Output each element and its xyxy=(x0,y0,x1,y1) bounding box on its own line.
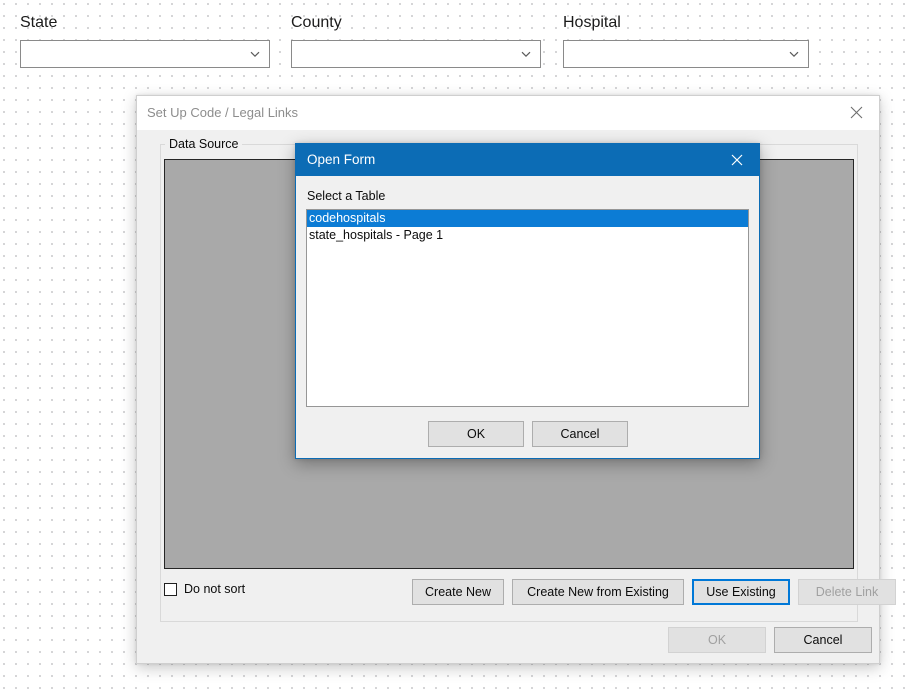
chevron-down-icon xyxy=(249,48,261,60)
do-not-sort-label: Do not sort xyxy=(184,582,246,596)
do-not-sort-checkbox[interactable]: Do not sort xyxy=(164,582,245,596)
data-source-legend: Data Source xyxy=(165,137,243,151)
window-titlebar[interactable]: Set Up Code / Legal Links xyxy=(137,96,879,130)
window-cancel-button[interactable]: Cancel xyxy=(774,627,872,653)
hospital-combobox[interactable] xyxy=(563,40,809,68)
field-group-hospital: Hospital xyxy=(563,13,809,68)
field-label-county: County xyxy=(291,14,342,31)
select-a-table-label: Select a Table xyxy=(307,189,386,203)
close-icon[interactable] xyxy=(715,144,759,176)
list-item[interactable]: codehospitals xyxy=(307,210,748,227)
create-new-from-existing-button[interactable]: Create New from Existing xyxy=(512,579,684,605)
checkbox-box xyxy=(164,582,177,596)
dialog-cancel-button[interactable]: Cancel xyxy=(532,421,628,447)
open-form-dialog: Open Form Select a Table codehospitals s… xyxy=(295,143,760,459)
dialog-titlebar[interactable]: Open Form xyxy=(296,144,759,176)
state-combobox[interactable] xyxy=(20,40,270,68)
delete-link-button: Delete Link xyxy=(798,579,896,605)
window-title: Set Up Code / Legal Links xyxy=(147,105,299,120)
chevron-down-icon xyxy=(788,48,800,60)
chevron-down-icon xyxy=(520,48,532,60)
create-new-button[interactable]: Create New xyxy=(412,579,504,605)
table-listbox[interactable]: codehospitals state_hospitals - Page 1 xyxy=(306,209,749,407)
county-combobox[interactable] xyxy=(291,40,541,68)
field-label-hospital: Hospital xyxy=(563,14,621,31)
dialog-title: Open Form xyxy=(307,152,376,167)
use-existing-button[interactable]: Use Existing xyxy=(692,579,790,605)
dialog-ok-button[interactable]: OK xyxy=(428,421,524,447)
data-source-actions-row: Do not sort Create New Create New from E… xyxy=(164,579,896,605)
field-group-county: County xyxy=(291,13,541,68)
list-item[interactable]: state_hospitals - Page 1 xyxy=(307,227,748,244)
window-ok-button: OK xyxy=(668,627,766,653)
close-icon[interactable] xyxy=(833,96,879,129)
field-group-state: State xyxy=(20,13,270,68)
field-label-state: State xyxy=(20,14,58,31)
